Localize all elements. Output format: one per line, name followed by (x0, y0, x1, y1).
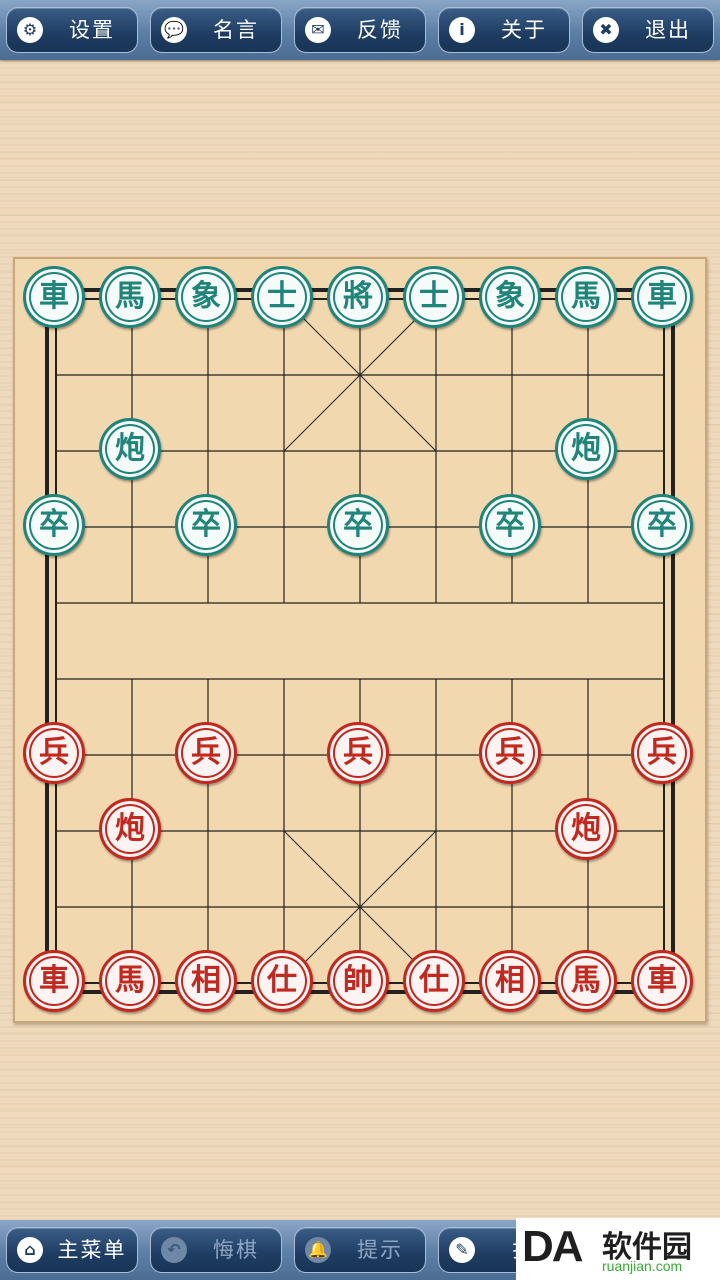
red-piece[interactable]: 兵 (479, 722, 541, 784)
black-piece[interactable]: 卒 (479, 494, 541, 556)
black-piece[interactable]: 卒 (327, 494, 389, 556)
black-piece[interactable]: 士 (251, 266, 313, 328)
black-piece[interactable]: 炮 (555, 418, 617, 480)
black-piece[interactable]: 士 (403, 266, 465, 328)
red-piece[interactable]: 炮 (555, 798, 617, 860)
black-piece[interactable]: 卒 (23, 494, 85, 556)
black-piece[interactable]: 卒 (631, 494, 693, 556)
black-piece[interactable]: 象 (175, 266, 237, 328)
piece-label: 卒 (39, 507, 69, 542)
piece-label: 兵 (495, 735, 525, 770)
watermark-url: ruanjian.com (602, 1258, 683, 1274)
piece-label: 馬 (571, 279, 601, 314)
piece-label: 士 (419, 279, 449, 314)
top-button-3[interactable]: i 关于 (438, 7, 570, 53)
red-piece[interactable]: 車 (631, 950, 693, 1012)
black-piece[interactable]: 車 (23, 266, 85, 328)
piece-label: 兵 (647, 735, 677, 770)
top-button-4[interactable]: ✖ 退出 (582, 7, 714, 53)
bell-icon: 🔔 (305, 1237, 331, 1263)
piece-label: 帥 (343, 963, 373, 998)
top-button-0[interactable]: ⚙ 设置 (6, 7, 138, 53)
info-icon: i (449, 17, 475, 43)
red-piece[interactable]: 馬 (555, 950, 617, 1012)
watermark: DA 软件园 ruanjian.com (516, 1218, 720, 1280)
piece-label: 車 (39, 279, 69, 314)
piece-label: 馬 (115, 279, 145, 314)
piece-label: 象 (495, 279, 525, 314)
gear-icon: ⚙ (17, 17, 43, 43)
piece-label: 仕 (267, 963, 297, 998)
board-grid (45, 288, 675, 994)
top-button-label: 反馈 (357, 18, 403, 42)
red-piece[interactable]: 帥 (327, 950, 389, 1012)
piece-label: 炮 (115, 431, 145, 466)
red-piece[interactable]: 仕 (403, 950, 465, 1012)
black-piece[interactable]: 馬 (555, 266, 617, 328)
top-button-label: 名言 (213, 18, 259, 42)
red-piece[interactable]: 相 (175, 950, 237, 1012)
red-piece[interactable]: 炮 (99, 798, 161, 860)
piece-label: 卒 (343, 507, 373, 542)
black-piece[interactable]: 炮 (99, 418, 161, 480)
xiangqi-board[interactable]: 車馬象士將士象馬車炮炮卒卒卒卒卒兵兵兵兵兵炮炮車馬相仕帥仕相馬車 (13, 257, 707, 1023)
home-icon: ⌂ (17, 1237, 43, 1263)
black-piece[interactable]: 馬 (99, 266, 161, 328)
piece-label: 卒 (495, 507, 525, 542)
black-piece[interactable]: 象 (479, 266, 541, 328)
red-piece[interactable]: 車 (23, 950, 85, 1012)
bottom-button-label: 主菜单 (57, 1238, 127, 1262)
red-piece[interactable]: 馬 (99, 950, 161, 1012)
piece-label: 將 (343, 279, 373, 314)
red-piece[interactable]: 兵 (175, 722, 237, 784)
top-button-label: 关于 (501, 18, 547, 42)
piece-label: 兵 (39, 735, 69, 770)
piece-label: 象 (191, 279, 221, 314)
piece-label: 車 (647, 279, 677, 314)
piece-label: 相 (191, 963, 221, 998)
black-piece[interactable]: 將 (327, 266, 389, 328)
red-piece[interactable]: 仕 (251, 950, 313, 1012)
black-piece[interactable]: 卒 (175, 494, 237, 556)
piece-label: 炮 (115, 811, 145, 846)
top-button-label: 设置 (69, 18, 115, 42)
red-piece[interactable]: 相 (479, 950, 541, 1012)
piece-label: 車 (39, 963, 69, 998)
piece-label: 卒 (191, 507, 221, 542)
speech-bubble-icon: 💬 (161, 17, 187, 43)
bottom-button-2: 🔔 提示 (294, 1227, 426, 1273)
piece-label: 士 (267, 279, 297, 314)
red-piece[interactable]: 兵 (631, 722, 693, 784)
close-icon: ✖ (593, 17, 619, 43)
piece-label: 兵 (343, 735, 373, 770)
undo-icon: ↶ (161, 1237, 187, 1263)
piece-label: 車 (647, 963, 677, 998)
top-menu-bar: ⚙ 设置 💬 名言 ✉ 反馈 i 关于 ✖ 退出 (0, 0, 720, 60)
top-button-1[interactable]: 💬 名言 (150, 7, 282, 53)
piece-label: 炮 (571, 431, 601, 466)
black-piece[interactable]: 車 (631, 266, 693, 328)
top-button-2[interactable]: ✉ 反馈 (294, 7, 426, 53)
piece-label: 炮 (571, 811, 601, 846)
piece-label: 馬 (115, 963, 145, 998)
top-button-label: 退出 (645, 18, 691, 42)
bottom-button-label: 提示 (357, 1238, 403, 1262)
red-piece[interactable]: 兵 (327, 722, 389, 784)
bottom-button-1: ↶ 悔棋 (150, 1227, 282, 1273)
watermark-logo: DA (522, 1222, 584, 1271)
envelope-icon: ✉ (305, 17, 331, 43)
piece-label: 兵 (191, 735, 221, 770)
piece-label: 相 (495, 963, 525, 998)
piece-label: 卒 (647, 507, 677, 542)
bottom-button-0[interactable]: ⌂ 主菜单 (6, 1227, 138, 1273)
pencil-icon: ✎ (449, 1237, 475, 1263)
red-piece[interactable]: 兵 (23, 722, 85, 784)
piece-label: 仕 (419, 963, 449, 998)
bottom-button-label: 悔棋 (213, 1238, 259, 1262)
piece-label: 馬 (571, 963, 601, 998)
